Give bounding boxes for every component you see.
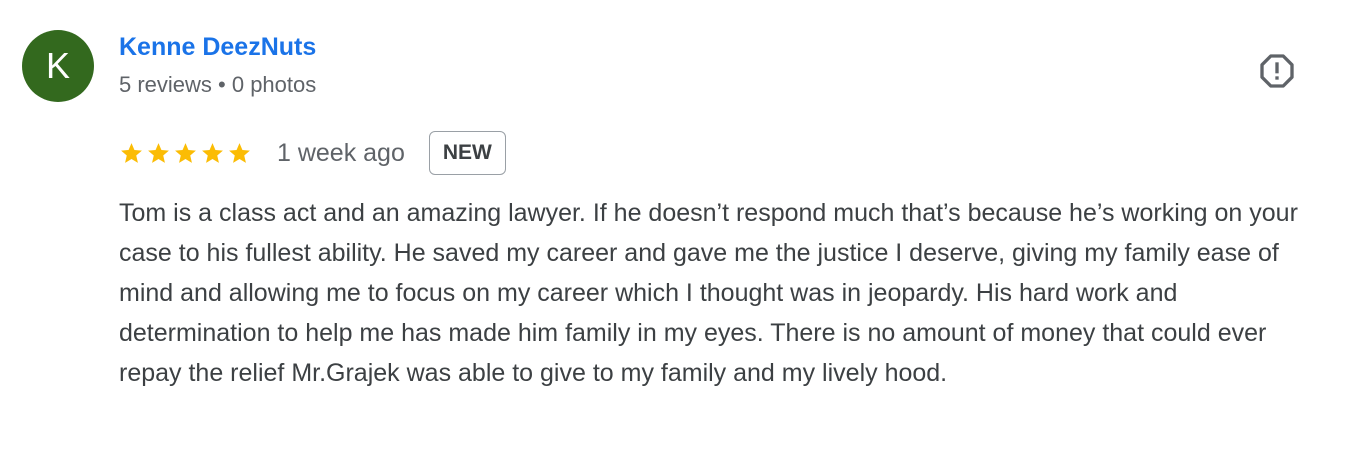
avatar[interactable]: K — [22, 30, 94, 102]
report-review-button[interactable] — [1256, 50, 1298, 92]
star-rating — [119, 141, 252, 166]
review-text: Tom is a class act and an amazing lawyer… — [119, 199, 1298, 387]
star-icon — [121, 142, 142, 163]
reviewer-name-link[interactable]: Kenne DeezNuts — [119, 33, 316, 62]
review-card: K Kenne DeezNuts 5 reviews • 0 photos 1 … — [0, 0, 1350, 468]
review-date: 1 week ago — [277, 138, 405, 167]
star-icon — [202, 142, 223, 163]
new-badge: NEW — [428, 131, 506, 175]
rating-row: 1 week ago NEW — [119, 129, 506, 177]
star-icon — [148, 142, 169, 163]
star-icon — [175, 142, 196, 163]
star-icon — [229, 142, 250, 163]
report-flag-octagon-icon — [1260, 54, 1294, 88]
reviewer-meta: 5 reviews • 0 photos — [119, 72, 317, 97]
